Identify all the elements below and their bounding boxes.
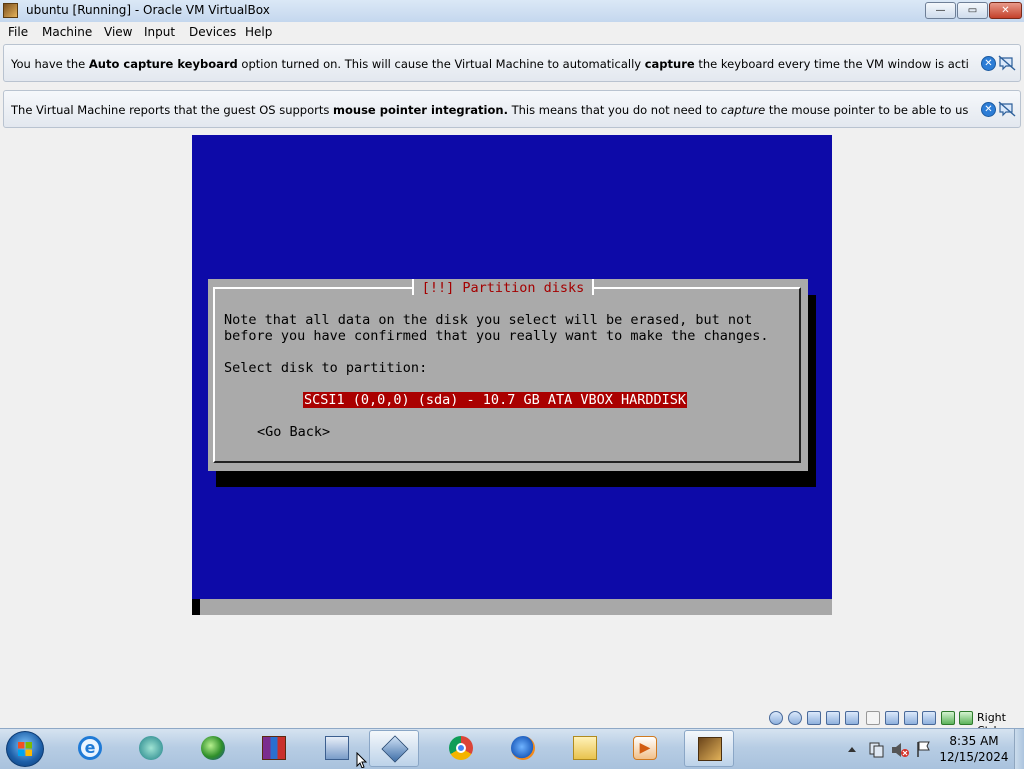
installer-status-line (192, 599, 832, 615)
taskbar-virtualbox[interactable] (369, 730, 419, 767)
network-status-icon[interactable] (869, 742, 884, 758)
media-icon (139, 736, 163, 760)
clock-date: 12/15/2024 (939, 750, 1009, 764)
virtualbox-icon (381, 735, 409, 763)
dialog-title: [!!] Partition disks (412, 279, 594, 297)
text-cursor (192, 599, 200, 615)
close-notice-icon[interactable]: ✕ (981, 102, 996, 117)
disk-option-sda[interactable]: SCSI1 (0,0,0) (sda) - 10.7 GB ATA VBOX H… (303, 392, 688, 408)
menu-machine[interactable]: Machine (42, 25, 92, 39)
volume-muted-icon[interactable] (892, 743, 909, 757)
taskbar-firefox[interactable] (498, 730, 548, 767)
menu-file[interactable]: File (8, 25, 28, 39)
show-desktop-button[interactable] (1014, 729, 1024, 769)
select-disk-prompt: Select disk to partition: (224, 360, 428, 376)
audio-icon[interactable] (807, 711, 821, 725)
close-notice-icon[interactable]: ✕ (981, 56, 996, 71)
taskbar-media-player[interactable]: ▶ (620, 730, 670, 767)
taskbar-internet-explorer[interactable]: e (65, 730, 115, 767)
vm-status-bar: Right Ctrl (0, 708, 1024, 737)
display-icon[interactable] (885, 711, 899, 725)
windows-logo-icon (18, 742, 32, 756)
taskbar-vm-window[interactable] (684, 730, 734, 767)
taskbar-remote-desktop[interactable] (312, 730, 362, 767)
do-not-show-again-icon[interactable] (998, 55, 1016, 71)
action-center-flag-icon[interactable] (917, 741, 930, 757)
usb-icon[interactable] (845, 711, 859, 725)
windows-taskbar: e ▶ 8:35 AM 12/15/2024 (0, 728, 1024, 769)
start-button[interactable] (6, 731, 44, 767)
close-button[interactable]: ✕ (989, 2, 1022, 19)
menu-bar: File Machine View Input Devices Help (0, 22, 1024, 43)
taskbar-file-explorer[interactable] (560, 730, 610, 767)
chrome-icon (449, 736, 473, 760)
network-globe-icon (201, 736, 225, 760)
menu-input[interactable]: Input (144, 25, 175, 39)
maximize-button[interactable]: ▭ (957, 2, 988, 19)
mouse-integration-notice: The Virtual Machine reports that the gue… (3, 90, 1021, 128)
window-title: ubuntu [Running] - Oracle VM VirtualBox (26, 3, 270, 17)
virtualization-icon[interactable] (922, 711, 936, 725)
hard-disk-icon[interactable] (769, 711, 783, 725)
remote-desktop-icon (325, 736, 349, 760)
network-icon[interactable] (826, 711, 840, 725)
keyboard-capture-notice: You have the Auto capture keyboard optio… (3, 44, 1021, 82)
system-clock[interactable]: 8:35 AM 12/15/2024 (938, 733, 1010, 765)
menu-help[interactable]: Help (245, 25, 272, 39)
taskbar-chrome[interactable] (436, 730, 486, 767)
system-tray (848, 741, 930, 758)
file-explorer-icon (573, 736, 597, 760)
keyboard-capture-icon[interactable] (959, 711, 973, 725)
optical-drive-icon[interactable] (788, 711, 802, 725)
mouse-pointer-icon (356, 752, 368, 768)
media-player-icon: ▶ (633, 736, 657, 760)
mouse-integration-message: The Virtual Machine reports that the gue… (11, 103, 969, 117)
go-back-button[interactable]: <Go Back> (257, 424, 330, 440)
note-line-1: Note that all data on the disk you selec… (224, 312, 753, 328)
do-not-show-again-icon[interactable] (998, 101, 1016, 117)
video-capture-icon[interactable] (904, 711, 918, 725)
window-title-bar: ubuntu [Running] - Oracle VM VirtualBox … (0, 0, 1024, 23)
virtualbox-vm-icon (698, 737, 722, 761)
taskbar-media-app[interactable] (126, 730, 176, 767)
virtualbox-app-icon (3, 3, 18, 18)
winrar-icon (262, 736, 286, 760)
menu-view[interactable]: View (104, 25, 132, 39)
taskbar-winrar[interactable] (249, 730, 299, 767)
partition-disks-dialog: [!!] Partition disks Note that all data … (208, 279, 808, 471)
shared-folders-icon[interactable] (866, 711, 880, 725)
menu-devices[interactable]: Devices (189, 25, 236, 39)
note-line-2: before you have confirmed that you reall… (224, 328, 769, 344)
internet-explorer-icon: e (78, 736, 102, 760)
keyboard-capture-message: You have the Auto capture keyboard optio… (11, 57, 969, 71)
show-hidden-icons[interactable] (848, 747, 856, 752)
taskbar-network-globe[interactable] (188, 730, 238, 767)
mouse-integration-icon[interactable] (941, 711, 955, 725)
vm-display[interactable]: [!!] Partition disks Note that all data … (192, 135, 832, 615)
clock-time: 8:35 AM (949, 734, 999, 748)
minimize-button[interactable]: — (925, 2, 956, 19)
firefox-icon (511, 736, 535, 760)
